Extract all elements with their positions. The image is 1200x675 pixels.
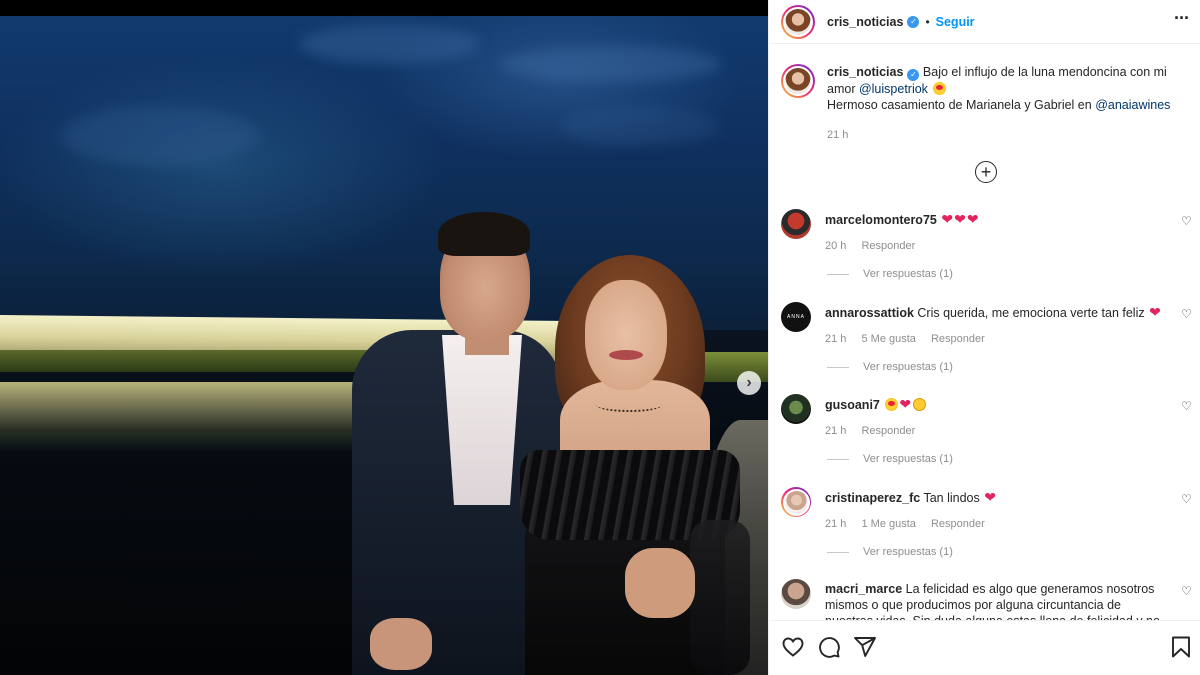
likes-count[interactable]: 5 Me gusta — [861, 333, 915, 345]
follow-button[interactable]: Seguir — [936, 15, 975, 29]
heart-emoji-icon: ❤ — [954, 211, 966, 227]
heart-emoji-icon: ❤ — [899, 396, 912, 412]
comment-username[interactable]: marcelomontero75 — [825, 213, 937, 227]
post-photo: › — [0, 0, 768, 675]
reply-button[interactable]: Responder — [861, 240, 915, 252]
post-side-panel: cris_noticias ✓ • Seguir ··· cris_notici… — [768, 0, 1200, 675]
comment-username[interactable]: cristinaperez_fc — [825, 491, 920, 505]
comment-time: 20 h — [825, 240, 847, 252]
star-eyes-emoji-icon — [933, 82, 947, 95]
comment-username[interactable]: macri_marce — [825, 582, 902, 596]
view-replies-button[interactable]: Ver respuestas (1) — [827, 361, 1193, 373]
star-eyes-emoji-icon — [885, 398, 899, 411]
reply-button[interactable]: Responder — [931, 333, 985, 345]
avatar[interactable] — [781, 209, 811, 239]
heart-emoji-icon: ❤ — [984, 489, 996, 505]
comment-text: Tan lindos — [923, 491, 980, 505]
chevron-right-icon[interactable]: › — [737, 371, 761, 395]
action-bar — [769, 620, 1200, 675]
caption-username[interactable]: cris_noticias — [827, 65, 903, 79]
mention-link-2[interactable]: @anaiawines — [1095, 98, 1170, 112]
verified-badge-icon: ✓ — [907, 15, 920, 28]
heart-outline-icon[interactable]: ♡ — [1181, 215, 1193, 227]
post-caption: cris_noticias ✓ Bajo el influjo de la lun… — [781, 64, 1193, 143]
heart-emoji-icon: ❤ — [1149, 304, 1161, 320]
heart-emoji-icon: ❤ — [941, 211, 954, 227]
reply-button[interactable]: Responder — [931, 518, 985, 530]
heart-outline-icon[interactable]: ♡ — [1181, 585, 1193, 597]
more-options-icon[interactable]: ··· — [1174, 8, 1190, 29]
comment-time: 21 h — [825, 518, 847, 530]
likes-count[interactable]: 1 Me gusta — [861, 518, 915, 530]
comment-time: 21 h — [825, 425, 847, 437]
caption-time: 21 h — [827, 129, 849, 141]
heart-outline-icon[interactable]: ♡ — [1181, 308, 1193, 320]
comment-item: marcelomontero75 ❤❤❤ 20 h Responder ♡ Ve… — [781, 209, 1193, 280]
verified-badge-icon: ✓ — [907, 69, 920, 81]
comment-item: cristinaperez_fc Tan lindos ❤ 21 h 1 Me … — [781, 487, 1193, 558]
speech-bubble-icon[interactable] — [817, 635, 841, 659]
heart-outline-icon[interactable]: ♡ — [1181, 493, 1193, 505]
instagram-post-view: › cris_noticias ✓ • Seguir ··· cris_noti… — [0, 0, 1200, 675]
yellow-circle-emoji-icon — [913, 398, 927, 411]
paper-plane-icon[interactable] — [853, 635, 877, 659]
caption-line-2: Hermoso casamiento de Marianela y Gabrie… — [827, 98, 1092, 112]
comment-text: Cris querida, me emociona verte tan feli… — [917, 306, 1145, 320]
reply-button[interactable]: Responder — [861, 425, 915, 437]
heart-outline-icon[interactable] — [781, 635, 805, 659]
avatar[interactable] — [781, 394, 811, 424]
comment-username[interactable]: gusoani7 — [825, 398, 880, 412]
heart-emoji-icon: ❤ — [966, 211, 979, 227]
avatar[interactable]: ANNA — [781, 302, 811, 332]
comment-item: gusoani7 ❤ 21 h Responder ♡ Ver respuest… — [781, 394, 1193, 465]
post-header: cris_noticias ✓ • Seguir ··· — [769, 0, 1200, 43]
mention-link[interactable]: @luispetriok — [859, 82, 928, 96]
avatar[interactable] — [781, 579, 811, 609]
comment-item: ANNA annarossattiok Cris querida, me emo… — [781, 302, 1193, 373]
heart-outline-icon[interactable]: ♡ — [1181, 400, 1193, 412]
avatar[interactable] — [781, 487, 811, 517]
comment-username[interactable]: annarossattiok — [825, 306, 914, 320]
bookmark-icon[interactable] — [1169, 635, 1193, 659]
view-replies-button[interactable]: Ver respuestas (1) — [827, 268, 1193, 280]
comment-time: 21 h — [825, 333, 847, 345]
header-username[interactable]: cris_noticias — [827, 15, 903, 29]
view-replies-button[interactable]: Ver respuestas (1) — [827, 453, 1193, 465]
plus-circle-icon[interactable]: + — [975, 161, 997, 183]
view-replies-button[interactable]: Ver respuestas (1) — [827, 546, 1193, 558]
caption-avatar[interactable] — [781, 64, 815, 98]
avatar[interactable] — [781, 4, 815, 39]
